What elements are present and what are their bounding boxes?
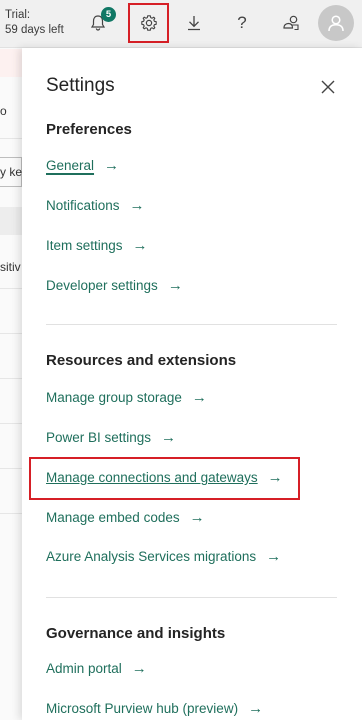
arrow-right-icon: → bbox=[131, 660, 147, 677]
arrow-right-icon: → bbox=[248, 700, 264, 717]
arrow-right-icon: → bbox=[132, 237, 148, 254]
settings-button[interactable] bbox=[128, 3, 169, 43]
section-heading-governance: Governance and insights bbox=[46, 625, 226, 642]
background-page: o y ke sitiv bbox=[0, 48, 22, 720]
trial-label: Trial: bbox=[5, 9, 31, 21]
background-divider bbox=[0, 333, 22, 334]
link-general[interactable]: General → bbox=[46, 157, 119, 174]
close-icon[interactable] bbox=[318, 77, 338, 97]
settings-title: Settings bbox=[46, 75, 115, 96]
arrow-right-icon: → bbox=[161, 429, 177, 446]
link-label: Admin portal bbox=[46, 661, 122, 676]
link-label: Power BI settings bbox=[46, 430, 152, 445]
background-table-header bbox=[0, 207, 22, 235]
background-divider bbox=[0, 378, 22, 379]
background-text-fragment: y ke bbox=[0, 165, 22, 179]
section-heading-resources: Resources and extensions bbox=[46, 352, 237, 369]
background-banner bbox=[0, 49, 22, 77]
gear-icon bbox=[140, 15, 157, 31]
link-developer-settings[interactable]: Developer settings → bbox=[46, 277, 183, 294]
section-heading-preferences: Preferences bbox=[46, 121, 132, 138]
notifications-button[interactable]: 5 bbox=[78, 4, 118, 42]
arrow-right-icon: → bbox=[167, 277, 183, 294]
link-label: Microsoft Purview hub (preview) bbox=[46, 701, 239, 716]
trial-status[interactable]: Trial: 59 days left bbox=[5, 8, 64, 38]
arrow-right-icon: → bbox=[129, 197, 145, 214]
top-bar: Trial: 59 days left 5 ? bbox=[0, 0, 362, 48]
highlight-box bbox=[29, 457, 300, 500]
share-icon bbox=[283, 15, 299, 31]
notification-count-badge: 5 bbox=[101, 7, 116, 22]
background-text-fragment: sitiv bbox=[0, 260, 21, 274]
link-azure-analysis-services-migrations[interactable]: Azure Analysis Services migrations → bbox=[46, 548, 281, 565]
background-divider bbox=[0, 468, 22, 469]
link-label: Item settings bbox=[46, 238, 123, 253]
link-notifications[interactable]: Notifications → bbox=[46, 197, 145, 214]
arrow-right-icon: → bbox=[191, 389, 207, 406]
link-label: General bbox=[46, 158, 95, 173]
link-label: Manage group storage bbox=[46, 390, 182, 405]
avatar-icon bbox=[328, 15, 344, 32]
help-icon: ? bbox=[237, 13, 247, 32]
background-divider bbox=[0, 423, 22, 424]
arrow-right-icon: → bbox=[266, 548, 282, 565]
download-icon bbox=[188, 16, 200, 31]
link-manage-group-storage[interactable]: Manage group storage → bbox=[46, 389, 207, 406]
download-button[interactable] bbox=[174, 4, 214, 42]
settings-pane: Settings Preferences General → Notificat… bbox=[22, 48, 362, 720]
link-label: Manage embed codes bbox=[46, 510, 180, 525]
help-button[interactable]: ? bbox=[222, 4, 262, 42]
arrow-right-icon: → bbox=[104, 157, 120, 174]
link-label: Developer settings bbox=[46, 278, 158, 293]
link-label: Notifications bbox=[46, 198, 120, 213]
background-text-fragment: o bbox=[0, 104, 7, 118]
trial-days-left: 59 days left bbox=[5, 24, 64, 36]
link-admin-portal[interactable]: Admin portal → bbox=[46, 660, 147, 677]
link-microsoft-purview-hub[interactable]: Microsoft Purview hub (preview) → bbox=[46, 700, 263, 717]
section-divider bbox=[46, 324, 337, 325]
background-divider bbox=[0, 138, 22, 139]
link-item-settings[interactable]: Item settings → bbox=[46, 237, 148, 254]
link-power-bi-settings[interactable]: Power BI settings → bbox=[46, 429, 176, 446]
section-divider bbox=[46, 597, 337, 598]
feedback-button[interactable] bbox=[271, 4, 311, 42]
background-divider bbox=[0, 288, 22, 289]
arrow-right-icon: → bbox=[189, 509, 205, 526]
link-manage-embed-codes[interactable]: Manage embed codes → bbox=[46, 509, 205, 526]
background-divider bbox=[0, 513, 22, 514]
link-label: Azure Analysis Services migrations bbox=[46, 549, 257, 564]
avatar[interactable] bbox=[318, 5, 354, 41]
